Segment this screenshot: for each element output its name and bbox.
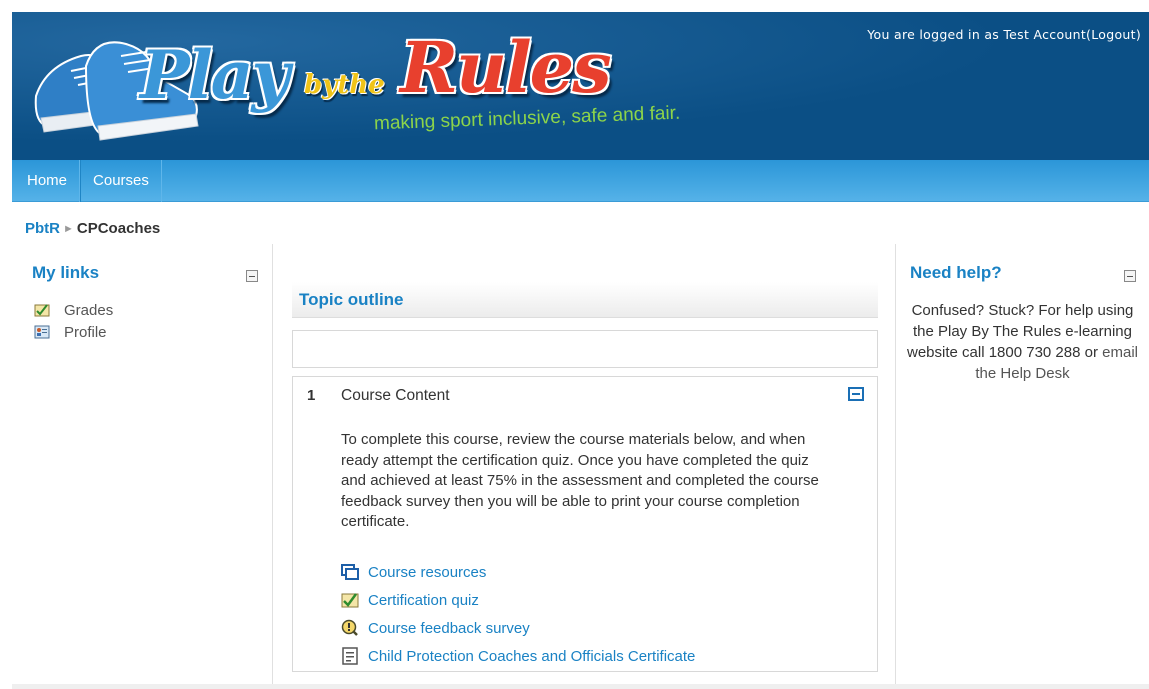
certification-quiz-link[interactable]: Certification quiz — [368, 592, 479, 609]
section-title: Course Content — [341, 387, 450, 404]
certificate-link[interactable]: Child Protection Coaches and Officials C… — [368, 648, 695, 665]
breadcrumb-root-link[interactable]: PbtR — [25, 220, 60, 237]
activity-certificate[interactable]: Child Protection Coaches and Officials C… — [341, 642, 695, 670]
my-links-block: My links Grades Profile — [12, 260, 272, 689]
topic-outline-header: Topic outline — [292, 282, 878, 318]
my-links-title: My links — [32, 263, 100, 282]
footer-shade — [12, 684, 1149, 689]
activity-certification-quiz[interactable]: Certification quiz — [341, 586, 695, 614]
left-column-divider — [272, 244, 273, 689]
login-info: You are logged in as Test Account(Logout… — [867, 27, 1141, 42]
breadcrumb-current: CPCoaches — [76, 220, 161, 237]
breadcrumb-separator-icon: ► — [63, 223, 74, 235]
activity-list: Course resources Certification quiz Cour… — [341, 558, 695, 670]
course-content-section: 1 Course Content To complete this course… — [292, 376, 878, 672]
course-resources-link[interactable]: Course resources — [368, 564, 486, 581]
need-help-header: Need help? — [896, 260, 1149, 286]
survey-icon — [341, 619, 358, 636]
quiz-icon — [341, 593, 359, 608]
profile-icon — [34, 325, 50, 339]
help-text-body: Confused? Stuck? For help using the Play… — [907, 302, 1134, 361]
activity-feedback-survey[interactable]: Course feedback survey — [341, 614, 695, 642]
logout-link[interactable]: (Logout) — [1086, 27, 1141, 42]
site-header: Play bythe Rules making sport inclusive,… — [12, 12, 1149, 160]
main-nav: Home Courses — [12, 160, 1149, 202]
activity-course-resources[interactable]: Course resources — [341, 558, 695, 586]
section-summary: To complete this course, review the cour… — [341, 431, 819, 530]
certificate-icon — [342, 647, 358, 665]
my-links-collapse-icon[interactable] — [246, 270, 258, 282]
logo-play-text: Play — [140, 36, 290, 114]
section-number: 1 — [307, 387, 316, 404]
nav-item-home[interactable]: Home — [12, 160, 81, 202]
show-one-section-icon[interactable] — [848, 387, 864, 401]
my-links-item-grades[interactable]: Grades — [34, 299, 272, 321]
my-links-item-profile[interactable]: Profile — [34, 321, 272, 343]
page: Play bythe Rules making sport inclusive,… — [12, 12, 1149, 689]
need-help-block: Need help? Confused? Stuck? For help usi… — [896, 260, 1149, 689]
need-help-title: Need help? — [910, 263, 1002, 282]
login-status-text: You are logged in as Test Account — [867, 27, 1087, 42]
profile-link-label: Profile — [64, 323, 107, 341]
topic-zero-section — [292, 330, 878, 368]
main-content: Topic outline 1 Course Content To comple… — [292, 282, 878, 672]
topic-outline-title: Topic outline — [299, 290, 404, 309]
nav-item-courses[interactable]: Courses — [80, 160, 162, 202]
grades-link-label: Grades — [64, 301, 114, 319]
breadcrumb: PbtR ► CPCoaches — [25, 220, 160, 237]
logo-rules-text: Rules — [400, 26, 612, 109]
help-text: Confused? Stuck? For help using the Play… — [896, 300, 1149, 384]
feedback-survey-link[interactable]: Course feedback survey — [368, 620, 530, 637]
grades-icon — [34, 304, 50, 317]
resource-icon — [341, 564, 359, 580]
logo-bythe-text: bythe — [304, 70, 385, 100]
my-links-list: Grades Profile — [12, 299, 272, 343]
need-help-collapse-icon[interactable] — [1124, 270, 1136, 282]
my-links-header: My links — [12, 260, 272, 286]
